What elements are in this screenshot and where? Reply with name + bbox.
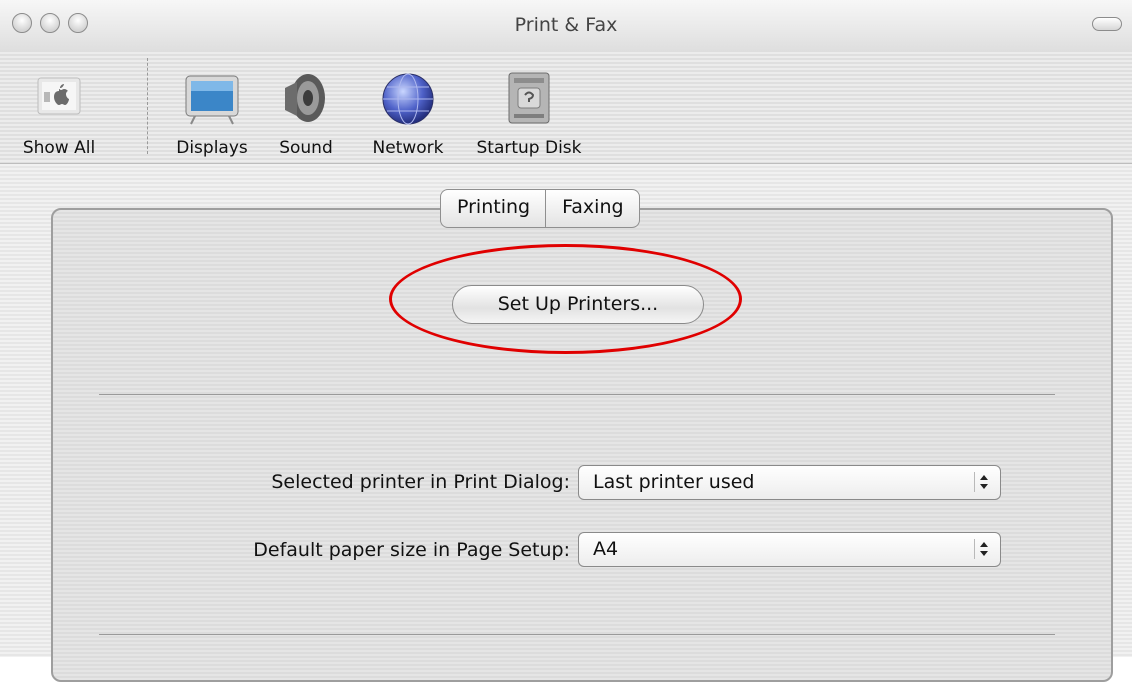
- toolbar-item-displays[interactable]: Displays: [162, 70, 262, 158]
- print-fax-window: Print & Fax Show All Displays Sound Netw…: [0, 0, 1132, 682]
- window-title: Print & Fax: [514, 14, 618, 36]
- apple-icon: [30, 70, 88, 128]
- toolbar-item-sound[interactable]: Sound: [266, 70, 346, 158]
- toolbar-label-displays: Displays: [176, 138, 248, 158]
- section-divider-bottom: [99, 634, 1055, 635]
- popup-arrows-icon: [974, 472, 991, 492]
- toolbar-toggle-button[interactable]: [1092, 17, 1122, 31]
- toolbar-label-show-all: Show All: [22, 138, 96, 158]
- popup-arrows-icon: [974, 539, 991, 559]
- toolbar-item-startup-disk[interactable]: Startup Disk: [464, 70, 594, 158]
- paper-size-label: Default paper size in Page Setup:: [253, 539, 570, 561]
- tab-printing[interactable]: Printing: [441, 190, 545, 227]
- toolbar-item-network[interactable]: Network: [358, 70, 458, 158]
- globe-icon: [379, 70, 437, 128]
- selected-printer-popup[interactable]: Last printer used: [578, 465, 1001, 500]
- section-divider: [99, 394, 1055, 395]
- speaker-icon: [277, 70, 335, 128]
- toolbar-divider: [0, 163, 1132, 164]
- toolbar-label-sound: Sound: [279, 138, 333, 158]
- toolbar-item-show-all[interactable]: Show All: [4, 70, 114, 158]
- toolbar-label-network: Network: [372, 138, 444, 158]
- paper-size-popup[interactable]: A4: [578, 532, 1001, 567]
- selected-printer-label: Selected printer in Print Dialog:: [271, 471, 570, 493]
- highlight-ellipse: [389, 244, 742, 354]
- selected-printer-value: Last printer used: [593, 471, 755, 493]
- disk-icon: [500, 70, 558, 128]
- tab-faxing[interactable]: Faxing: [545, 190, 638, 227]
- display-icon: [183, 70, 241, 128]
- toolbar-label-startup-disk: Startup Disk: [476, 138, 582, 158]
- title-bar: Print & Fax: [0, 0, 1132, 52]
- paper-size-value: A4: [593, 538, 619, 560]
- toolbar-separator: [147, 58, 148, 154]
- tab-bar: Printing Faxing: [440, 189, 640, 228]
